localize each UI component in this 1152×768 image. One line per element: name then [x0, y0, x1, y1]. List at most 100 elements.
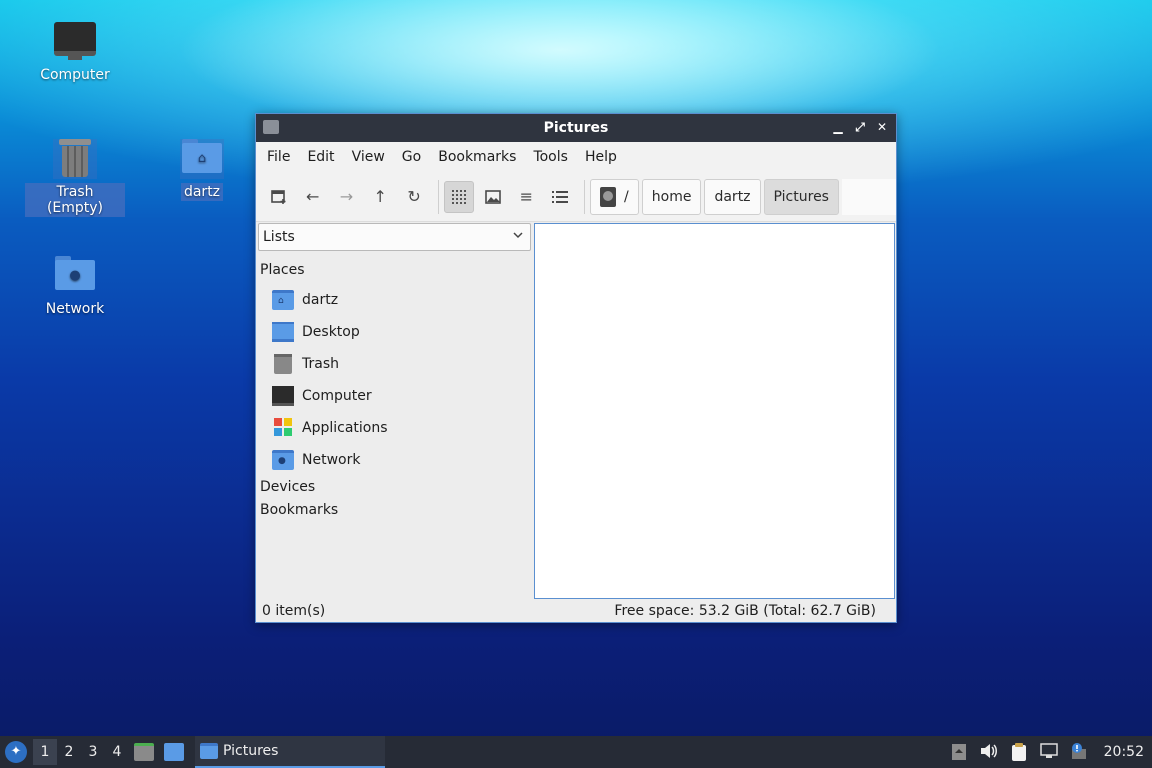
desktop-icon-label: Computer — [40, 67, 110, 83]
toolbar-separator — [584, 179, 586, 214]
menu-help[interactable]: Help — [578, 149, 624, 165]
home-folder-icon: ⌂ — [272, 290, 294, 310]
free-space: Free space: 53.2 GiB (Total: 62.7 GiB) — [614, 603, 876, 619]
devices-header[interactable]: Devices — [258, 479, 531, 495]
applications-icon — [274, 418, 292, 438]
back-button[interactable]: ← — [298, 181, 328, 213]
distro-logo-icon: ✦ — [10, 744, 22, 759]
file-view-area[interactable] — [534, 223, 895, 599]
network-icon: ● — [272, 450, 294, 470]
place-item-applications[interactable]: Applications — [258, 412, 531, 444]
menu-bookmarks[interactable]: Bookmarks — [431, 149, 523, 165]
desktop-icon-computer[interactable]: Computer — [25, 22, 125, 84]
path-home[interactable]: home — [641, 178, 702, 215]
place-label: Network — [302, 452, 361, 468]
new-tab-button[interactable] — [264, 181, 294, 213]
menu-edit[interactable]: Edit — [300, 149, 341, 165]
show-desktop-icon[interactable] — [164, 743, 184, 761]
maximize-button[interactable]: ⤢ — [852, 119, 868, 135]
desktop-icon-network[interactable]: ● Network — [25, 256, 125, 318]
clipboard-icon[interactable] — [1010, 743, 1028, 761]
toolbar-separator — [437, 179, 439, 214]
thumbnail-view-icon — [484, 189, 501, 204]
path-bar-fill — [841, 178, 896, 215]
volume-icon[interactable] — [980, 743, 998, 761]
workspace-3[interactable]: 3 — [81, 744, 105, 760]
menu-go[interactable]: Go — [395, 149, 428, 165]
place-label: Computer — [302, 388, 372, 404]
drive-icon — [600, 186, 617, 207]
file-manager-launcher-icon[interactable] — [134, 743, 154, 761]
place-item-trash[interactable]: Trash — [258, 348, 531, 380]
taskbar: ✦ 1 2 3 4 Pictures 20:52 — [0, 736, 1152, 768]
computer-icon — [272, 386, 294, 406]
workspace-4[interactable]: 4 — [105, 744, 129, 760]
bookmarks-header[interactable]: Bookmarks — [258, 502, 531, 518]
list-view-icon — [552, 190, 569, 203]
place-label: Desktop — [302, 324, 360, 340]
path-bar: / home dartz Pictures — [590, 178, 896, 215]
home-folder-icon: ⌂ — [180, 139, 224, 179]
window-title: Pictures — [543, 120, 609, 136]
icon-view-icon — [451, 189, 466, 204]
desktop-icon-label: dartz — [180, 183, 224, 201]
chevron-down-icon — [512, 229, 524, 244]
side-pane: Lists Places ⌂ dartz Desktop Trash Compu… — [258, 223, 531, 599]
desktop-icon-home[interactable]: ⌂ dartz — [152, 139, 252, 201]
minimize-button[interactable]: ▁ — [830, 119, 846, 135]
path-dartz[interactable]: dartz — [704, 178, 761, 215]
folder-icon — [200, 743, 218, 759]
places-header[interactable]: Places — [258, 262, 531, 278]
forward-button[interactable]: → — [332, 181, 362, 213]
up-button[interactable]: ↑ — [365, 181, 395, 213]
start-menu-button[interactable]: ✦ — [5, 741, 27, 763]
trash-icon — [274, 354, 292, 374]
desktop-icon-label: Trash (Empty) — [25, 183, 125, 217]
new-tab-icon — [271, 189, 286, 204]
clock[interactable]: 20:52 — [1104, 744, 1144, 760]
path-root-label: / — [624, 188, 629, 205]
tray-arrow-icon[interactable] — [950, 743, 968, 761]
item-count: 0 item(s) — [262, 603, 326, 619]
list-view-button[interactable] — [545, 181, 575, 213]
menu-tools[interactable]: Tools — [526, 149, 575, 165]
path-pictures[interactable]: Pictures — [763, 178, 839, 215]
menu-view[interactable]: View — [345, 149, 392, 165]
side-pane-mode-select[interactable]: Lists — [258, 223, 531, 251]
place-label: dartz — [302, 292, 339, 308]
reload-button[interactable]: ↻ — [399, 181, 429, 213]
path-root[interactable]: / — [590, 178, 639, 215]
place-item-computer[interactable]: Computer — [258, 380, 531, 412]
close-button[interactable]: ✕ — [874, 119, 890, 135]
file-manager-window: Pictures ▁ ⤢ ✕ File Edit View Go Bookmar… — [255, 113, 897, 623]
side-pane-mode-value: Lists — [263, 229, 295, 245]
network-status-icon[interactable] — [1039, 743, 1058, 761]
thumbnail-view-button[interactable] — [478, 181, 508, 213]
icon-view-button[interactable] — [443, 180, 474, 213]
menu-file[interactable]: File — [260, 149, 297, 165]
desktop-icon — [272, 322, 294, 342]
place-label: Applications — [302, 420, 388, 436]
place-label: Trash — [302, 356, 339, 372]
place-item-network[interactable]: ● Network — [258, 444, 531, 476]
places-list: ⌂ dartz Desktop Trash Computer Applicati… — [258, 284, 531, 476]
workspace-1[interactable]: 1 — [33, 739, 57, 765]
update-notification-icon[interactable] — [1070, 743, 1088, 761]
taskbar-task-pictures[interactable]: Pictures — [195, 736, 385, 768]
desktop-icon-trash[interactable]: Trash (Empty) — [25, 139, 125, 217]
computer-icon — [53, 22, 97, 62]
compact-view-button[interactable]: ≡ — [511, 181, 541, 213]
network-icon: ● — [53, 256, 97, 296]
menu-bar: File Edit View Go Bookmarks Tools Help — [256, 142, 896, 172]
trash-icon — [53, 139, 97, 179]
toolbar: ← → ↑ ↻ ≡ / home dartz Pictures — [256, 172, 896, 222]
desktop-icon-label: Network — [45, 301, 105, 317]
workspace-2[interactable]: 2 — [57, 744, 81, 760]
task-label: Pictures — [223, 743, 279, 759]
title-bar[interactable]: Pictures ▁ ⤢ ✕ — [256, 114, 896, 142]
folder-icon — [263, 120, 279, 134]
status-bar: 0 item(s) Free space: 53.2 GiB (Total: 6… — [256, 600, 896, 622]
system-tray: 20:52 — [950, 743, 1152, 761]
place-item-dartz[interactable]: ⌂ dartz — [258, 284, 531, 316]
place-item-desktop[interactable]: Desktop — [258, 316, 531, 348]
